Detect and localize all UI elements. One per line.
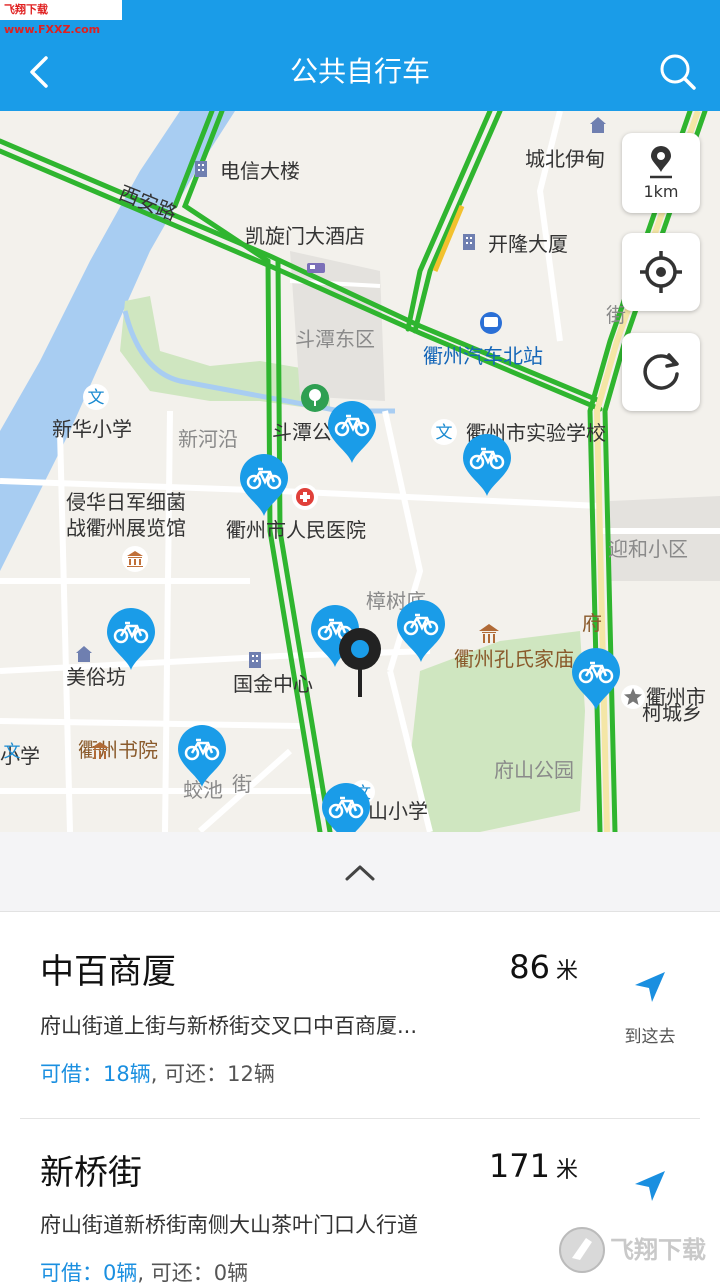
poi-label-museum-1: 侵华日军细菌: [66, 490, 186, 514]
navigate-button[interactable]: 到这去: [610, 968, 690, 1047]
bike-icon: [328, 401, 376, 463]
station-list-item[interactable]: 中百商厦 86 米 府山街道上街与新桥街交叉口中百商厦... 可借：18辆, 可还…: [0, 912, 720, 1118]
road-label-fu: 府: [582, 611, 602, 635]
station-name: 新桥街: [40, 1153, 142, 1193]
search-button[interactable]: [658, 52, 698, 92]
station-address: 府山街道上街与新桥街交叉口中百商厦...: [40, 1014, 418, 1038]
area-label-doutan-east: 斗潭东区: [295, 327, 375, 351]
bike-icon: [322, 783, 370, 832]
bike-station-pin[interactable]: [320, 783, 372, 832]
distance-unit: 米: [555, 959, 578, 984]
poi-label-cheng-bei: 城北伊甸: [525, 147, 605, 171]
poi-label-hospital: 衢州市人民医院: [226, 518, 366, 542]
bike-station-pin[interactable]: [326, 401, 378, 465]
locate-me-button[interactable]: [622, 233, 700, 311]
star-icon: [621, 685, 645, 709]
hotel-icon: [307, 263, 325, 273]
poi-label-quzhou-right-2: 柯城乡: [642, 701, 702, 725]
building-icon: [463, 234, 475, 250]
navigate-button[interactable]: [610, 1167, 690, 1209]
bike-station-pin[interactable]: [570, 648, 622, 712]
svg-text:文: 文: [436, 423, 453, 443]
school-icon: 文: [4, 742, 21, 762]
bike-icon: [572, 648, 620, 710]
station-distance: 86 米: [509, 948, 578, 986]
svg-text:文: 文: [88, 388, 105, 408]
refresh-button[interactable]: [622, 333, 700, 411]
area-label-yinghe: 迎和小区: [608, 537, 688, 561]
navigate-label: 到这去: [624, 1027, 676, 1047]
distance-value: 171: [488, 1147, 550, 1185]
page-title: 公共自行车: [289, 55, 430, 88]
poi-label-xinhua-school: 新华小学: [52, 417, 132, 441]
bus-icon: [480, 312, 502, 334]
poi-label-kaixuanmen: 凯旋门大酒店: [245, 224, 365, 248]
station-availability: 可借：0辆, 可还：0辆: [40, 1261, 249, 1285]
road-label-jiaochi-jie: 街: [232, 772, 252, 796]
distance-value: 86: [509, 948, 550, 986]
poi-label-guojin: 国金中心: [233, 672, 313, 696]
bike-icon: [240, 454, 288, 516]
bike-station-pin[interactable]: [461, 434, 513, 498]
bike-station-pin[interactable]: [395, 600, 447, 664]
chevron-up-icon: [345, 865, 375, 881]
bike-station-pin[interactable]: [176, 725, 228, 789]
bike-icon: [397, 600, 445, 662]
return-count: 可还：0辆: [150, 1261, 249, 1285]
station-availability: 可借：18辆, 可还：12辆: [40, 1062, 275, 1086]
building-icon: [195, 161, 207, 177]
navigation-arrow-icon: [635, 972, 665, 1002]
house-icon: [76, 646, 92, 662]
bike-icon: [107, 608, 155, 670]
area-label-fushan-park: 府山公园: [494, 758, 574, 782]
school-icon: 文: [431, 419, 457, 445]
borrow-count: 可借：18辆: [40, 1062, 151, 1086]
crosshair-icon: [640, 251, 682, 293]
house-icon: [590, 117, 606, 133]
distance-unit: 米: [555, 1158, 578, 1183]
poi-label-shan-school: 山小学: [368, 799, 428, 823]
logo-text: 飞翔下载: [610, 1236, 706, 1264]
museum-icon: [122, 546, 148, 572]
map-base: [0, 111, 720, 832]
poi-label-doutan-park: 斗潭公: [272, 420, 332, 444]
expand-list-handle[interactable]: [0, 832, 720, 912]
scale-range-button[interactable]: 1km: [622, 133, 700, 213]
poi-label-kong-family: 衢州孔氏家庙: [454, 647, 574, 671]
poi-label-telecom: 电信大楼: [220, 159, 300, 183]
poi-label-museum-2: 战衢州展览馆: [66, 516, 186, 540]
bike-icon: [463, 434, 511, 496]
bike-icon: [178, 725, 226, 787]
poi-label-bus-station: 衢州汽车北站: [423, 344, 543, 368]
station-name: 中百商厦: [40, 952, 176, 992]
area-label-xinhe: 新河沿: [178, 427, 238, 451]
refresh-icon: [643, 353, 679, 390]
navigation-arrow-icon: [635, 1171, 665, 1201]
temple-icon: [91, 742, 109, 759]
borrow-count: 可借：0辆: [40, 1261, 138, 1285]
location-pin-icon: [650, 145, 672, 178]
current-location-marker: [339, 628, 381, 697]
temple-icon: [479, 624, 499, 643]
bike-station-pin[interactable]: [105, 608, 157, 672]
station-address: 府山街道新桥街南侧大山茶叶门口人行道: [40, 1213, 418, 1237]
station-distance: 171 米: [489, 1147, 578, 1185]
school-icon: 文: [83, 384, 109, 410]
poi-label-kailong: 开隆大厦: [488, 232, 568, 256]
svg-text:文: 文: [4, 742, 21, 762]
return-count: 可还：12辆: [164, 1062, 275, 1086]
hospital-icon: [292, 484, 318, 510]
search-icon: [660, 54, 696, 90]
watermark-logo: 飞翔下载: [556, 1220, 720, 1280]
bike-station-pin[interactable]: [238, 454, 290, 518]
map-view[interactable]: 西安路 电信大楼 城北伊甸 凯旋门大酒店 开隆大厦 斗潭东区 衢州汽车北站 新华…: [0, 111, 720, 832]
scale-label: 1km: [643, 181, 679, 201]
building-icon: [249, 652, 261, 668]
watermark: 飞翔下载 www.FXXZ.com: [0, 0, 122, 36]
